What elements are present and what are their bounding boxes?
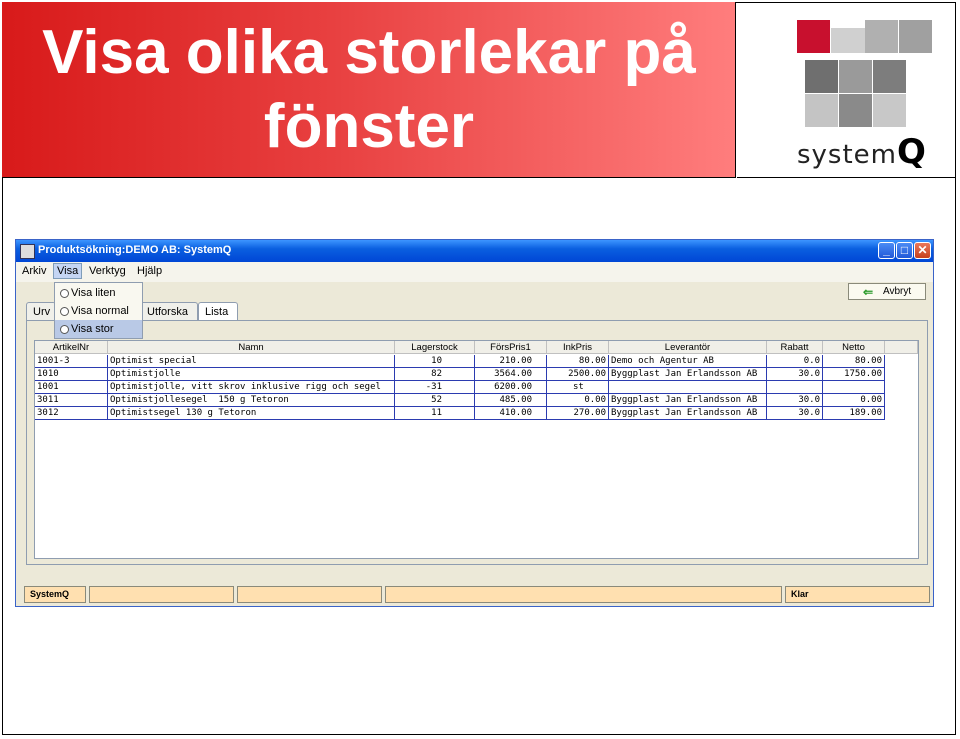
app-icon (20, 244, 35, 259)
cell-inkpris: 80.00 (547, 355, 609, 368)
cell-lagerstock: 52 (395, 394, 475, 407)
cell-rabatt: 30.0 (767, 407, 823, 420)
cell-leverantor: Byggplast Jan Erlandsson AB (609, 368, 767, 381)
status-app-name: SystemQ (24, 586, 86, 603)
cell-namn: Optimistjollesegel 150 g Tetoron (108, 394, 395, 407)
title-banner: Visa olika storlekar på fönster (2, 2, 736, 178)
menu-hjalp[interactable]: Hjälp (137, 265, 162, 277)
cell-netto: 0.00 (823, 394, 885, 407)
status-field (89, 586, 234, 603)
close-button[interactable]: ✕ (914, 242, 931, 259)
column-header-spacer (885, 341, 918, 354)
app-window: Produktsökning:DEMO AB: SystemQ _ □ ✕ Ar… (15, 239, 934, 607)
cell-namn: Optimistjolle (108, 368, 395, 381)
results-table[interactable]: ArtikelNr Namn Lagerstock FörsPris1 InkP… (34, 340, 919, 559)
visa-dropdown-menu: Visa liten Visa normal Visa stor (54, 282, 143, 339)
radio-icon (60, 325, 69, 334)
tab-lista[interactable]: Lista (198, 302, 238, 320)
cell-netto: 1750.00 (823, 368, 885, 381)
column-header-artikelnr[interactable]: ArtikelNr (35, 341, 108, 354)
column-header-forspris1[interactable]: FörsPris1 (475, 341, 547, 354)
cell-inkpris: 270.00 (547, 407, 609, 420)
menu-arkiv[interactable]: Arkiv (22, 265, 46, 277)
menu-bar: Arkiv Visa Verktyg Hjälp (16, 262, 933, 282)
cell-leverantor: Byggplast Jan Erlandsson AB (609, 394, 767, 407)
tab-utforska[interactable]: Utforska (140, 302, 198, 320)
window-titlebar[interactable]: Produktsökning:DEMO AB: SystemQ _ □ ✕ (16, 240, 933, 262)
cell-lagerstock: 10 (395, 355, 475, 368)
tab-urval[interactable]: Urv (26, 302, 56, 320)
systemq-logo: systemQ (737, 2, 956, 178)
column-header-netto[interactable]: Netto (823, 341, 885, 354)
cancel-button[interactable]: ⇐ Avbryt (848, 283, 926, 300)
menu-item-visa-stor[interactable]: Visa stor (55, 320, 142, 338)
status-field (385, 586, 782, 603)
cancel-button-label: Avbryt (883, 286, 912, 297)
status-state: Klar (785, 586, 930, 603)
menu-visa[interactable]: Visa (53, 263, 83, 279)
cell-rabatt: 30.0 (767, 394, 823, 407)
cell-forspris1: 485.00 (475, 394, 547, 407)
cell-lagerstock: -31 (395, 381, 475, 394)
slide-title-line-1: Visa olika storlekar på (42, 18, 696, 87)
cell-inkpris: 2500.00 (547, 368, 609, 381)
cell-inkpris: st (547, 381, 609, 394)
menu-item-visa-liten[interactable]: Visa liten (55, 284, 142, 302)
cell-artikelnr: 3012 (35, 407, 108, 420)
status-field (237, 586, 382, 603)
tab-panel: ArtikelNr Namn Lagerstock FörsPris1 InkP… (26, 320, 928, 565)
cell-leverantor: Byggplast Jan Erlandsson AB (609, 407, 767, 420)
arrow-left-icon: ⇐ (863, 285, 874, 299)
cell-rabatt (767, 381, 823, 394)
radio-icon (60, 307, 69, 316)
logo-q-letter: Q (897, 132, 927, 172)
menu-item-visa-normal[interactable]: Visa normal (55, 302, 142, 320)
cell-leverantor: Demo och Agentur AB (609, 355, 767, 368)
cell-netto: 189.00 (823, 407, 885, 420)
menu-verktyg[interactable]: Verktyg (89, 265, 126, 277)
cell-rabatt: 30.0 (767, 368, 823, 381)
cell-netto: 80.00 (823, 355, 885, 368)
cell-netto (823, 381, 885, 394)
radio-icon (60, 289, 69, 298)
toolbar: ⇐ Avbryt (16, 282, 933, 304)
slide-title-line-2: fönster (263, 92, 475, 161)
cell-artikelnr: 1001 (35, 381, 108, 394)
cell-namn: Optimist special (108, 355, 395, 368)
cell-leverantor (609, 381, 767, 394)
maximize-button[interactable]: □ (896, 242, 913, 259)
cell-artikelnr: 3011 (35, 394, 108, 407)
menu-item-label: Visa liten (71, 287, 116, 299)
cell-forspris1: 6200.00 (475, 381, 547, 394)
cell-forspris1: 3564.00 (475, 368, 547, 381)
menu-item-label: Visa stor (71, 323, 114, 335)
column-header-inkpris[interactable]: InkPris (547, 341, 609, 354)
cell-namn: Optimistjolle, vitt skrov inklusive rigg… (108, 381, 395, 394)
cell-lagerstock: 11 (395, 407, 475, 420)
column-header-rabatt[interactable]: Rabatt (767, 341, 823, 354)
minimize-button[interactable]: _ (878, 242, 895, 259)
cell-forspris1: 210.00 (475, 355, 547, 368)
cell-namn: Optimistsegel 130 g Tetoron (108, 407, 395, 420)
cell-inkpris: 0.00 (547, 394, 609, 407)
column-header-leverantor[interactable]: Leverantör (609, 341, 767, 354)
column-header-lagerstock[interactable]: Lagerstock (395, 341, 475, 354)
cell-forspris1: 410.00 (475, 407, 547, 420)
logo-wordmark: systemQ (797, 132, 927, 172)
menu-item-label: Visa normal (71, 305, 129, 317)
window-title: Produktsökning:DEMO AB: SystemQ (38, 244, 232, 256)
logo-wordmark-text: system (797, 140, 897, 170)
cell-lagerstock: 82 (395, 368, 475, 381)
slide-title: Visa olika storlekar på fönster (2, 16, 736, 164)
column-header-namn[interactable]: Namn (108, 341, 395, 354)
cell-rabatt: 0.0 (767, 355, 823, 368)
cell-artikelnr: 1001-3 (35, 355, 108, 368)
cell-artikelnr: 1010 (35, 368, 108, 381)
logo-mosaic-icon (797, 20, 933, 128)
